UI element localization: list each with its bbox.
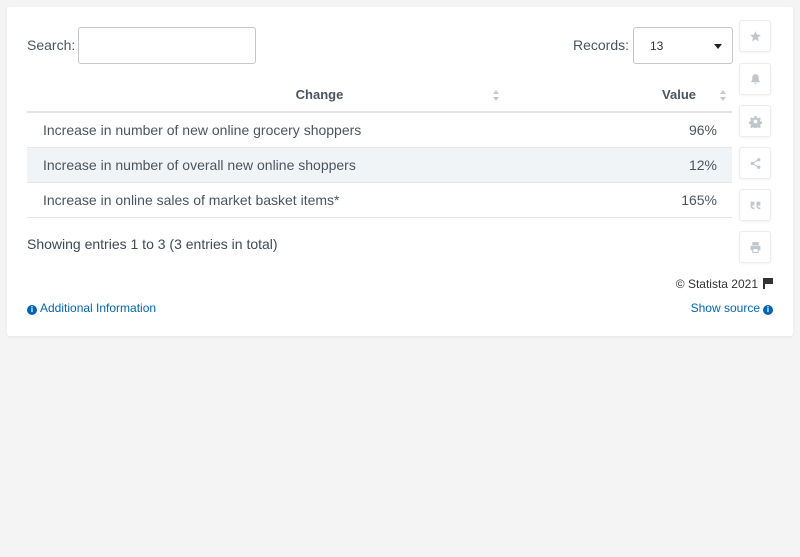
share-button[interactable] (739, 147, 771, 179)
table-row: Increase in online sales of market baske… (27, 182, 732, 218)
table-row: Increase in number of new online grocery… (27, 112, 732, 148)
flag-icon[interactable] (763, 278, 773, 289)
sort-icon (720, 90, 726, 102)
print-button[interactable] (739, 231, 771, 263)
chevron-down-icon (714, 44, 722, 49)
info-icon: i (27, 305, 37, 315)
copyright: © Statista 2021 (676, 277, 773, 291)
cite-button[interactable] (739, 189, 771, 221)
notification-button[interactable] (739, 63, 771, 95)
bell-icon (750, 73, 760, 84)
star-icon (749, 30, 761, 41)
records-selected-value: 13 (650, 39, 664, 53)
show-source-link[interactable]: Show source i (691, 301, 773, 315)
cell-value: 165% (612, 182, 732, 218)
info-icon: i (763, 305, 773, 315)
additional-information-label: Additional Information (40, 301, 157, 315)
search-input[interactable] (78, 27, 256, 64)
column-header-value-label: Value (662, 87, 696, 102)
entries-summary: Showing entries 1 to 3 (3 entries in tot… (27, 236, 278, 252)
gear-icon (748, 115, 762, 128)
print-icon (750, 241, 760, 253)
cell-change: Increase in online sales of market baske… (27, 182, 612, 218)
table-row: Increase in number of overall new online… (27, 147, 732, 183)
cell-value: 96% (612, 112, 732, 148)
quote-icon (750, 201, 760, 209)
search-label: Search: (27, 37, 76, 53)
column-header-value[interactable]: Value (612, 78, 732, 113)
cell-value: 12% (612, 147, 732, 183)
show-source-label: Show source (690, 301, 760, 315)
data-table: Change Value Increase in number of new o… (27, 78, 732, 218)
column-header-change-label: Change (295, 87, 344, 102)
copyright-text: © Statista 2021 (675, 277, 758, 291)
cell-change: Increase in number of new online grocery… (27, 112, 612, 148)
records-label: Records: (573, 37, 630, 53)
records-select[interactable]: 13 (633, 27, 733, 64)
settings-button[interactable] (739, 105, 771, 137)
table-header-row: Change Value (27, 78, 732, 113)
statistic-card: Search: Records: 13 Change Value Increas… (7, 7, 793, 336)
sort-icon (493, 90, 499, 102)
column-header-change[interactable]: Change (27, 78, 612, 113)
cell-change: Increase in number of overall new online… (27, 147, 612, 183)
favorite-button[interactable] (739, 20, 771, 52)
additional-information-link[interactable]: i Additional Information (27, 301, 156, 315)
share-icon (750, 157, 760, 169)
